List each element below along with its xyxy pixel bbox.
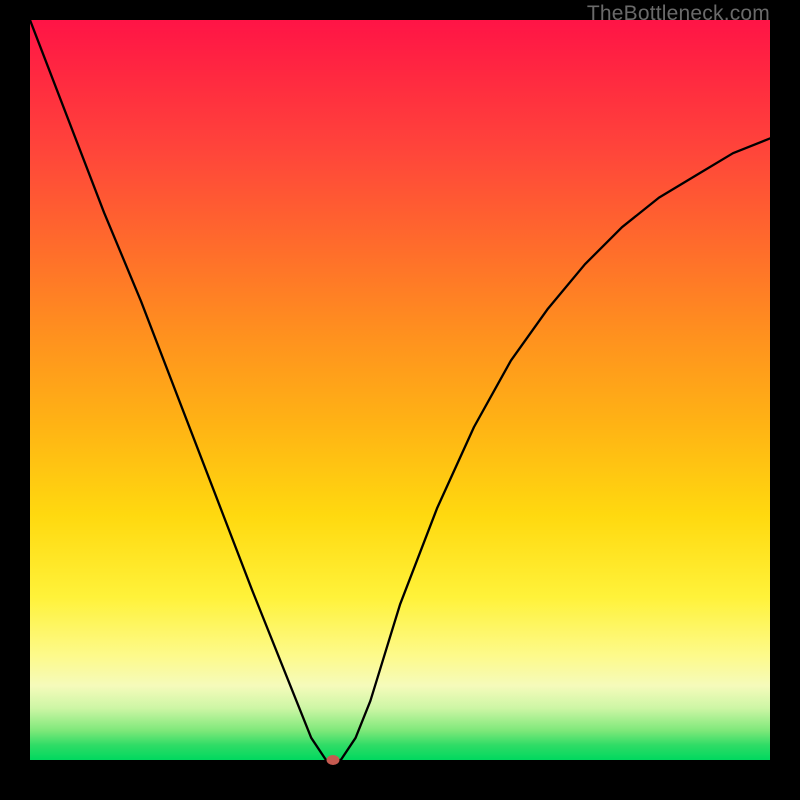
minimum-marker-dot bbox=[327, 755, 340, 765]
bottleneck-curve bbox=[30, 20, 770, 760]
plot-area bbox=[30, 20, 770, 760]
chart-frame: TheBottleneck.com bbox=[0, 0, 800, 800]
curve-svg bbox=[30, 20, 770, 760]
